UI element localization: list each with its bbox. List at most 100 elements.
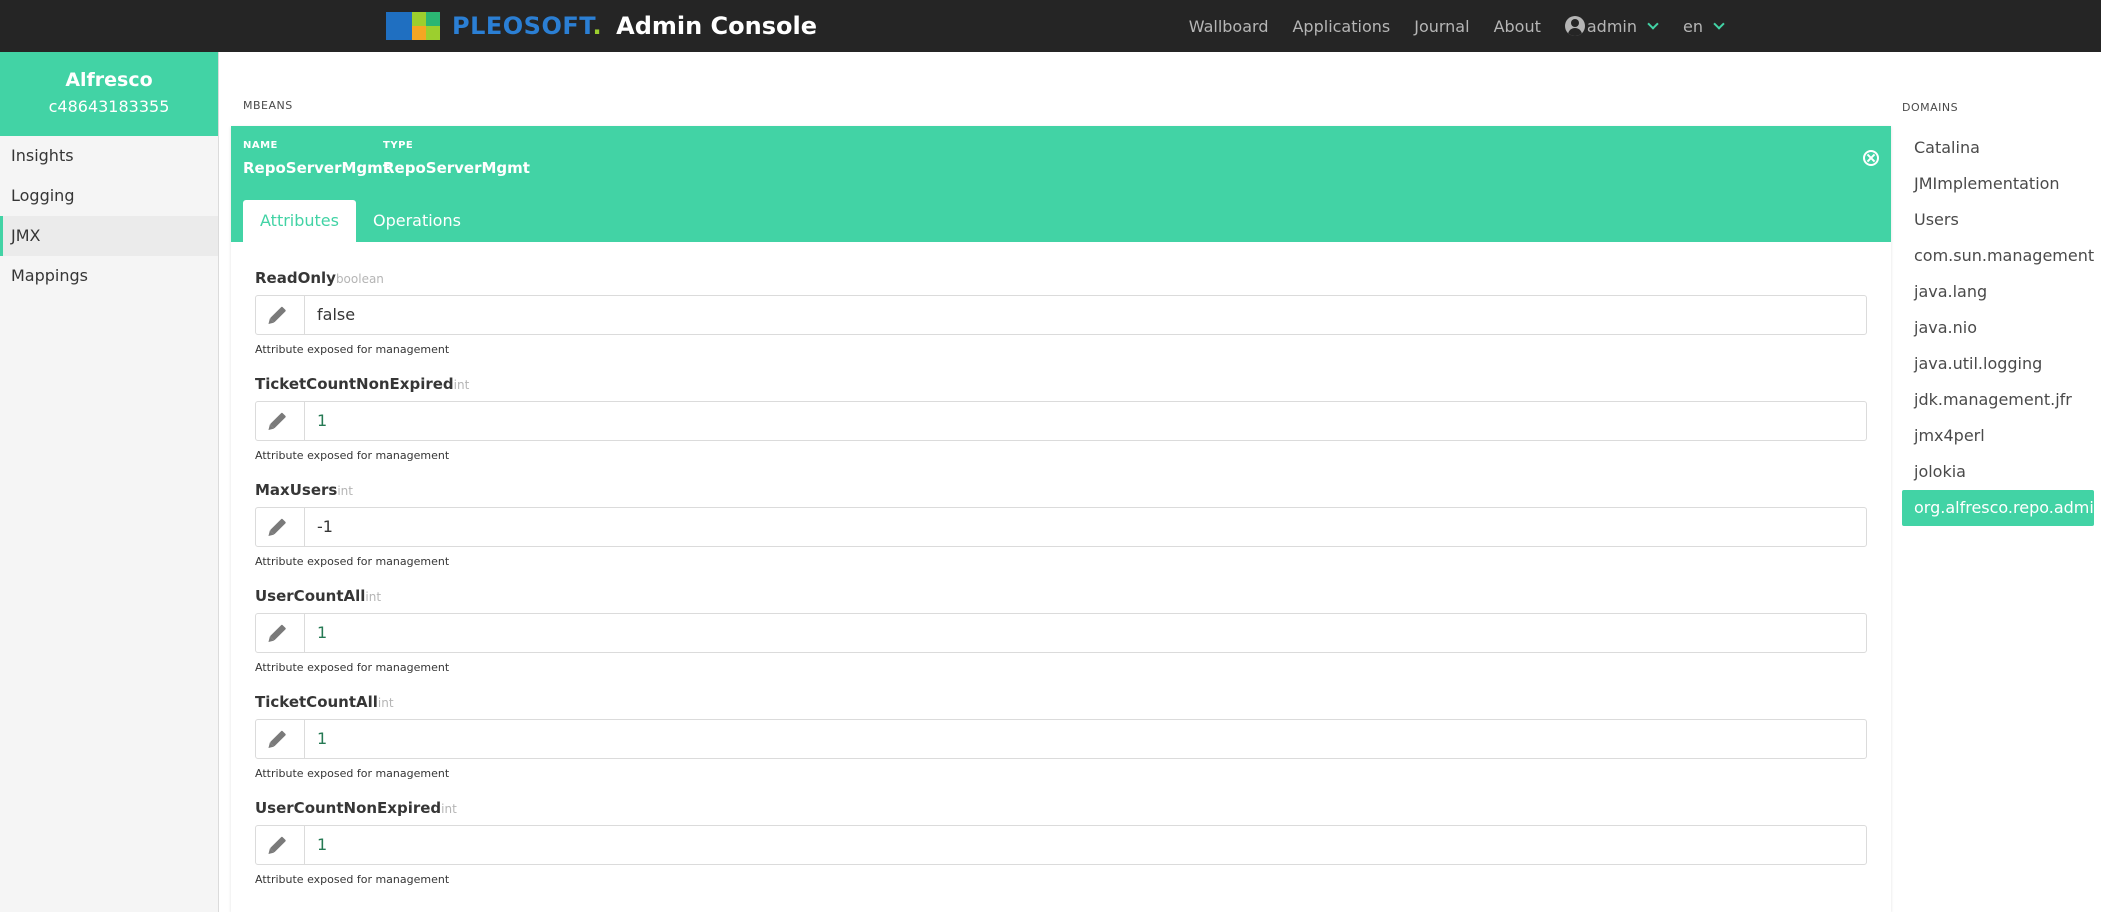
attribute-field: 1 — [255, 719, 1867, 759]
mbean-name-prop: NAME RepoServerMgmt — [243, 140, 390, 177]
attribute-maxusers: MaxUsersint -1 Attribute exposed for man… — [255, 481, 1867, 568]
domains-list: Catalina JMImplementation Users com.sun.… — [1902, 130, 2101, 526]
user-menu[interactable]: admin — [1564, 16, 1659, 36]
nav-menu: Wallboard Applications Journal About adm… — [1189, 0, 1725, 52]
chevron-down-icon — [1647, 17, 1659, 30]
edit-button[interactable] — [256, 826, 305, 864]
sidebar-item-insights[interactable]: Insights — [0, 136, 218, 176]
attribute-usercountall: UserCountAllint 1 Attribute exposed for … — [255, 587, 1867, 674]
instance-header: Alfresco c48643183355 — [0, 52, 218, 136]
pencil-icon — [269, 518, 287, 535]
domain-item-java-util-logging[interactable]: java.util.logging — [1902, 346, 2094, 382]
attribute-description: Attribute exposed for management — [255, 661, 450, 674]
attribute-field: -1 — [255, 507, 1867, 547]
tab-attributes[interactable]: Attributes — [243, 200, 356, 242]
nav-wallboard[interactable]: Wallboard — [1189, 17, 1269, 36]
attribute-type: int — [441, 802, 457, 816]
domain-item-jmx4perl[interactable]: jmx4perl — [1902, 418, 2094, 454]
attribute-usercountnonexpired: UserCountNonExpiredint 1 Attribute expos… — [255, 799, 1867, 886]
attribute-description: Attribute exposed for management — [255, 873, 450, 886]
top-navbar: PLEOSOFT. Admin Console Wallboard Applic… — [0, 0, 2101, 52]
pencil-icon — [269, 412, 287, 429]
sidebar: Alfresco c48643183355 Insights Logging J… — [0, 52, 219, 912]
attribute-value: false — [317, 305, 356, 324]
domain-item-catalina[interactable]: Catalina — [1902, 130, 2094, 166]
domains-section-label: DOMAINS — [1902, 101, 1959, 114]
mbean-name-key: NAME — [243, 140, 278, 151]
attribute-ticketcountall: TicketCountAllint 1 Attribute exposed fo… — [255, 693, 1867, 780]
attribute-description: Attribute exposed for management — [255, 767, 450, 780]
mbean-header: NAME RepoServerMgmt TYPE RepoServerMgmt … — [231, 126, 1891, 242]
attribute-field: 1 — [255, 401, 1867, 441]
attribute-value: -1 — [317, 517, 333, 536]
attribute-type: int — [377, 696, 394, 710]
attribute-name: ReadOnly — [255, 269, 336, 287]
attribute-field: 1 — [255, 613, 1867, 653]
nav-applications[interactable]: Applications — [1292, 17, 1390, 36]
pencil-icon — [269, 836, 287, 853]
mbean-type-key: TYPE — [383, 140, 414, 151]
nav-about[interactable]: About — [1494, 17, 1541, 36]
attribute-name: UserCountNonExpired — [255, 799, 442, 817]
domain-item-jmimplementation[interactable]: JMImplementation — [1902, 166, 2094, 202]
sidebar-menu: Insights Logging JMX Mappings — [0, 136, 218, 296]
attribute-description: Attribute exposed for management — [255, 555, 450, 568]
sidebar-item-logging[interactable]: Logging — [0, 176, 218, 216]
tab-operations[interactable]: Operations — [356, 200, 478, 242]
brand[interactable]: PLEOSOFT. Admin Console — [386, 0, 817, 52]
pleosoft-logo-icon — [386, 12, 440, 40]
user-circle-icon — [1564, 16, 1585, 36]
attribute-value: 1 — [317, 623, 328, 642]
attribute-value: 1 — [317, 835, 328, 854]
attribute-value: 1 — [317, 729, 328, 748]
app-title: Admin Console — [616, 12, 818, 40]
attribute-type: int — [337, 484, 353, 498]
pencil-icon — [269, 730, 287, 747]
close-icon[interactable] — [1863, 150, 1879, 166]
nav-journal[interactable]: Journal — [1414, 17, 1469, 36]
domain-item-jdk-management-jfr[interactable]: jdk.management.jfr — [1902, 382, 2094, 418]
attribute-type: boolean — [335, 272, 384, 286]
chevron-down-icon — [1713, 17, 1725, 30]
attribute-ticketcountnonexpired: TicketCountNonExpiredint 1 Attribute exp… — [255, 375, 1867, 462]
pencil-icon — [269, 306, 287, 323]
pencil-icon — [269, 624, 287, 641]
domain-item-java-lang[interactable]: java.lang — [1902, 274, 2094, 310]
domain-item-com-sun-management[interactable]: com.sun.management — [1902, 238, 2094, 274]
edit-button[interactable] — [256, 296, 305, 334]
edit-button[interactable] — [256, 508, 305, 546]
sidebar-item-mappings[interactable]: Mappings — [0, 256, 218, 296]
attribute-name: MaxUsers — [255, 481, 338, 499]
attribute-type: int — [453, 378, 470, 392]
attribute-name: TicketCountAll — [255, 693, 378, 711]
attribute-name: UserCountAll — [255, 587, 366, 605]
logo-wordmark: PLEOSOFT. — [452, 12, 603, 40]
language-label: en — [1683, 16, 1703, 36]
sidebar-item-jmx[interactable]: JMX — [0, 216, 218, 256]
attribute-value: 1 — [317, 411, 328, 430]
attribute-type: int — [365, 590, 382, 604]
mbeans-section-label: MBEANS — [243, 99, 293, 112]
edit-button[interactable] — [256, 614, 305, 652]
instance-name: Alfresco — [65, 69, 153, 91]
attribute-field: 1 — [255, 825, 1867, 865]
mbean-type-prop: TYPE RepoServerMgmt — [383, 140, 530, 177]
edit-button[interactable] — [256, 720, 305, 758]
attribute-readonly: ReadOnlyboolean false Attribute exposed … — [255, 269, 1867, 356]
language-menu[interactable]: en — [1683, 16, 1725, 36]
mbean-type-value: RepoServerMgmt — [383, 159, 530, 177]
attribute-field: false — [255, 295, 1867, 335]
mbean-tabs: Attributes Operations — [243, 200, 478, 242]
user-name: admin — [1586, 16, 1638, 36]
domain-item-java-nio[interactable]: java.nio — [1902, 310, 2094, 346]
attribute-name: TicketCountNonExpired — [255, 375, 454, 393]
domain-item-jolokia[interactable]: jolokia — [1902, 454, 2094, 490]
attribute-description: Attribute exposed for management — [255, 343, 450, 356]
domain-item-users[interactable]: Users — [1902, 202, 2094, 238]
domain-item-org-alfresco-repo-admin[interactable]: org.alfresco.repo.admin — [1902, 490, 2101, 526]
mbean-card: NAME RepoServerMgmt TYPE RepoServerMgmt … — [231, 126, 1891, 912]
attribute-description: Attribute exposed for management — [255, 449, 450, 462]
edit-button[interactable] — [256, 402, 305, 440]
instance-id: c48643183355 — [48, 97, 170, 116]
mbean-name-value: RepoServerMgmt — [243, 159, 390, 177]
